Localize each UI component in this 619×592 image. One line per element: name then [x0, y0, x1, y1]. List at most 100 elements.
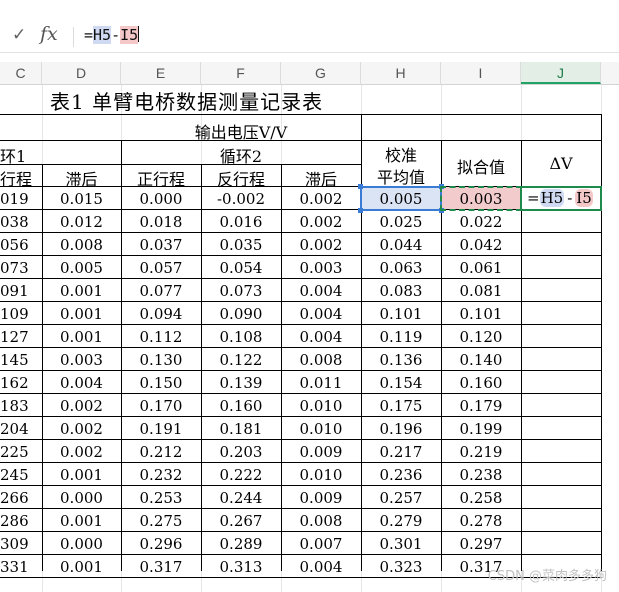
cell-e-row-11[interactable]: 0.112: [121, 328, 201, 346]
cell-f-row-20[interactable]: 0.289: [201, 535, 281, 553]
cell-d-row-12[interactable]: 0.003: [42, 351, 121, 369]
cell-h-row-8[interactable]: 0.063: [361, 259, 441, 277]
cell-e-row-5[interactable]: 0.000: [121, 190, 201, 208]
cell-i-row-13[interactable]: 0.160: [441, 374, 521, 392]
cell-e-row-6[interactable]: 0.018: [121, 213, 201, 231]
cell-c-row-21[interactable]: 331: [0, 558, 30, 576]
cell-e-row-7[interactable]: 0.037: [121, 236, 201, 254]
cell-h-row-11[interactable]: 0.119: [361, 328, 441, 346]
cell-g-row-10[interactable]: 0.004: [281, 305, 361, 323]
cell-d-row-18[interactable]: 0.000: [42, 489, 121, 507]
cell-g-row-6[interactable]: 0.002: [281, 213, 361, 231]
cell-i-row-10[interactable]: 0.101: [441, 305, 521, 323]
cell-i-row-11[interactable]: 0.120: [441, 328, 521, 346]
cell-c-row-16[interactable]: 225: [0, 443, 30, 461]
cell-d-row-8[interactable]: 0.005: [42, 259, 121, 277]
cell-h-row-12[interactable]: 0.136: [361, 351, 441, 369]
column-header-f[interactable]: F: [201, 62, 281, 84]
cell-e-row-9[interactable]: 0.077: [121, 282, 201, 300]
column-header-j[interactable]: J: [521, 62, 601, 84]
cell-d-row-5[interactable]: 0.015: [42, 190, 121, 208]
cell-i-row-7[interactable]: 0.042: [441, 236, 521, 254]
cell-e-row-20[interactable]: 0.296: [121, 535, 201, 553]
cell-d-row-13[interactable]: 0.004: [42, 374, 121, 392]
cell-e-row-15[interactable]: 0.191: [121, 420, 201, 438]
cell-h-row-9[interactable]: 0.083: [361, 282, 441, 300]
fx-icon[interactable]: fx: [40, 23, 58, 45]
cell-g-row-20[interactable]: 0.007: [281, 535, 361, 553]
cell-g-row-21[interactable]: 0.004: [281, 558, 361, 576]
cell-g-row-18[interactable]: 0.009: [281, 489, 361, 507]
cell-d-row-10[interactable]: 0.001: [42, 305, 121, 323]
cell-f-row-14[interactable]: 0.160: [201, 397, 281, 415]
cell-h-row-16[interactable]: 0.217: [361, 443, 441, 461]
cell-f-row-19[interactable]: 0.267: [201, 512, 281, 530]
cell-d-row-20[interactable]: 0.000: [42, 535, 121, 553]
cell-h-row-10[interactable]: 0.101: [361, 305, 441, 323]
cell-i-row-18[interactable]: 0.258: [441, 489, 521, 507]
cell-h-row-15[interactable]: 0.196: [361, 420, 441, 438]
cell-h-row-20[interactable]: 0.301: [361, 535, 441, 553]
cell-c-row-15[interactable]: 204: [0, 420, 30, 438]
column-header-e[interactable]: E: [121, 62, 201, 84]
cell-i-row-9[interactable]: 0.081: [441, 282, 521, 300]
cell-h-row-21[interactable]: 0.323: [361, 558, 441, 576]
cell-g-row-14[interactable]: 0.010: [281, 397, 361, 415]
column-header-c[interactable]: C: [0, 62, 42, 84]
cell-f-row-5[interactable]: -0.002: [201, 190, 281, 208]
active-cell-j5[interactable]: =H5- I5: [520, 186, 602, 211]
cell-g-row-8[interactable]: 0.003: [281, 259, 361, 277]
cell-i-row-19[interactable]: 0.278: [441, 512, 521, 530]
cell-e-row-10[interactable]: 0.094: [121, 305, 201, 323]
cell-h-row-7[interactable]: 0.044: [361, 236, 441, 254]
resize-handle[interactable]: [358, 184, 363, 189]
cell-edit-text[interactable]: =H5- I5: [527, 189, 593, 207]
cell-h-row-14[interactable]: 0.175: [361, 397, 441, 415]
cell-f-row-6[interactable]: 0.016: [201, 213, 281, 231]
cell-c-row-20[interactable]: 309: [0, 535, 30, 553]
cell-g-row-9[interactable]: 0.004: [281, 282, 361, 300]
cell-f-row-13[interactable]: 0.139: [201, 374, 281, 392]
cell-g-row-11[interactable]: 0.004: [281, 328, 361, 346]
cell-g-row-16[interactable]: 0.009: [281, 443, 361, 461]
cell-e-row-21[interactable]: 0.317: [121, 558, 201, 576]
cell-c-row-9[interactable]: 091: [0, 282, 30, 300]
cell-d-row-19[interactable]: 0.001: [42, 512, 121, 530]
column-header-g[interactable]: G: [281, 62, 361, 84]
cell-d-row-21[interactable]: 0.001: [42, 558, 121, 576]
cell-h-row-17[interactable]: 0.236: [361, 466, 441, 484]
cell-h-row-19[interactable]: 0.279: [361, 512, 441, 530]
cell-h-row-18[interactable]: 0.257: [361, 489, 441, 507]
column-header-h[interactable]: H: [361, 62, 441, 84]
cell-i-row-15[interactable]: 0.199: [441, 420, 521, 438]
resize-handle[interactable]: [358, 208, 363, 213]
cell-c-row-10[interactable]: 109: [0, 305, 30, 323]
check-icon[interactable]: ✓: [12, 25, 26, 45]
cell-g-row-15[interactable]: 0.010: [281, 420, 361, 438]
cell-i-row-16[interactable]: 0.219: [441, 443, 521, 461]
cell-f-row-15[interactable]: 0.181: [201, 420, 281, 438]
cell-e-row-13[interactable]: 0.150: [121, 374, 201, 392]
cell-i-row-17[interactable]: 0.238: [441, 466, 521, 484]
cell-f-row-7[interactable]: 0.035: [201, 236, 281, 254]
cell-f-row-9[interactable]: 0.073: [201, 282, 281, 300]
cell-d-row-15[interactable]: 0.002: [42, 420, 121, 438]
cell-c-row-5[interactable]: 019: [0, 190, 30, 208]
cell-g-row-5[interactable]: 0.002: [281, 190, 361, 208]
cell-f-row-16[interactable]: 0.203: [201, 443, 281, 461]
cell-c-row-11[interactable]: 127: [0, 328, 30, 346]
cell-e-row-18[interactable]: 0.253: [121, 489, 201, 507]
cell-e-row-12[interactable]: 0.130: [121, 351, 201, 369]
cell-f-row-21[interactable]: 0.313: [201, 558, 281, 576]
cell-c-row-7[interactable]: 056: [0, 236, 30, 254]
cell-e-row-17[interactable]: 0.232: [121, 466, 201, 484]
cell-i-row-20[interactable]: 0.297: [441, 535, 521, 553]
cell-d-row-7[interactable]: 0.008: [42, 236, 121, 254]
cell-c-row-12[interactable]: 145: [0, 351, 30, 369]
cell-d-row-14[interactable]: 0.002: [42, 397, 121, 415]
cell-i-row-6[interactable]: 0.022: [441, 213, 521, 231]
formula-input[interactable]: =H5-I5: [84, 26, 140, 44]
cell-d-row-6[interactable]: 0.012: [42, 213, 121, 231]
cell-f-row-12[interactable]: 0.122: [201, 351, 281, 369]
cell-g-row-17[interactable]: 0.010: [281, 466, 361, 484]
